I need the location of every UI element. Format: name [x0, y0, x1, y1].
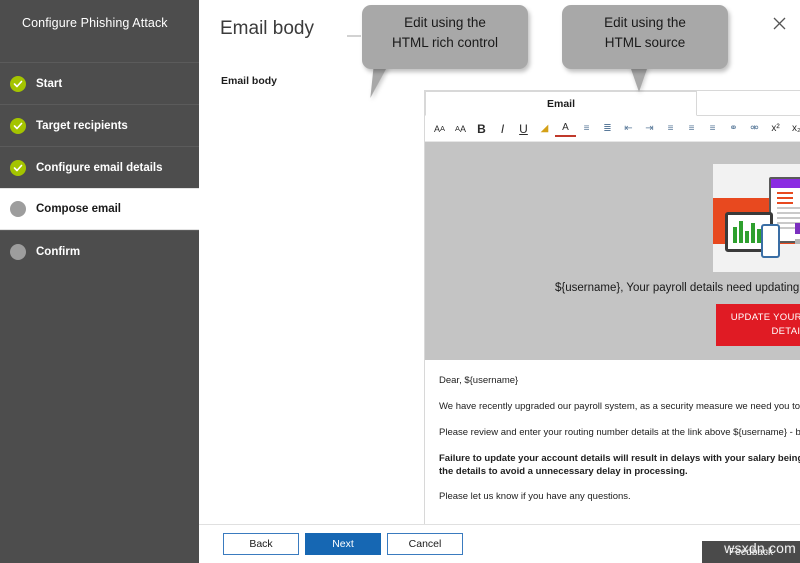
- step-complete-icon: [10, 159, 26, 176]
- sidebar-step-start[interactable]: Start: [0, 62, 199, 104]
- email-paragraph-bold: Failure to update your account details w…: [439, 453, 800, 477]
- next-button[interactable]: Next: [305, 533, 381, 555]
- callout-html-source: Edit using the HTML source: [562, 5, 728, 69]
- cancel-button[interactable]: Cancel: [387, 533, 463, 555]
- tab-source[interactable]: Source: [697, 91, 800, 115]
- sidebar-step-configure-email-details[interactable]: Configure email details: [0, 146, 199, 188]
- email-paragraph: Please let us know if you have any quest…: [439, 491, 631, 502]
- email-body-field-label: Email body: [221, 75, 278, 87]
- step-pending-icon: [10, 201, 26, 217]
- italic-icon[interactable]: I: [492, 119, 513, 139]
- align-right-icon[interactable]: ≡: [702, 119, 723, 139]
- email-paragraph: We have recently upgraded our payroll sy…: [439, 401, 800, 412]
- title-divider: [347, 35, 361, 37]
- phone-illustration: [761, 224, 780, 258]
- callout-rich-control: Edit using the HTML rich control: [362, 5, 528, 69]
- font-color-icon[interactable]: A: [555, 121, 576, 137]
- remove-link-icon[interactable]: ⚮: [744, 119, 765, 139]
- banner-headline: ${username}, Your payroll details need u…: [555, 282, 800, 294]
- sidebar-step-confirm[interactable]: Confirm: [0, 230, 199, 272]
- step-pending-icon: [10, 243, 26, 260]
- sidebar-step-label: Target recipients: [36, 119, 128, 132]
- increase-indent-icon[interactable]: ⇥: [639, 119, 660, 139]
- update-account-details-button[interactable]: UPDATE YOUR ACCOUNT DETAILS: [716, 304, 800, 346]
- callout-line-2: HTML source: [604, 35, 686, 50]
- email-body-editor: Email Source AA AA B I U ◢ A ≡ ≣ ⇤ ⇥ ≡ ≡…: [424, 90, 800, 530]
- sidebar-step-label: Start: [36, 77, 63, 90]
- sidebar-step-label: Compose email: [36, 203, 121, 215]
- email-body-text[interactable]: Dear, ${username} We have recently upgra…: [425, 360, 800, 503]
- superscript-icon[interactable]: x²: [765, 119, 786, 139]
- close-icon[interactable]: [766, 10, 792, 36]
- sidebar-step-label: Configure email details: [36, 161, 163, 174]
- email-paragraph: Dear, ${username}: [439, 375, 519, 386]
- tab-email[interactable]: Email: [425, 91, 697, 116]
- align-left-icon[interactable]: ≡: [660, 119, 681, 139]
- feedback-tab[interactable]: Feedback: [702, 541, 800, 563]
- wizard-step-list: Start Target recipients Configure email …: [0, 62, 199, 272]
- back-button[interactable]: Back: [223, 533, 299, 555]
- step-complete-icon: [10, 117, 26, 134]
- sidebar-title: Configure Phishing Attack: [22, 16, 168, 30]
- email-banner: ${username}, Your payroll details need u…: [425, 142, 800, 360]
- callout-line-1: Edit using the: [604, 15, 686, 30]
- font-shrink-icon[interactable]: AA: [450, 119, 471, 139]
- editor-tab-strip: Email Source: [425, 91, 800, 116]
- bold-icon[interactable]: B: [471, 119, 492, 139]
- sidebar-step-label: Confirm: [36, 245, 81, 258]
- callout-line-1: Edit using the: [404, 15, 486, 30]
- numbered-list-icon[interactable]: ≣: [597, 119, 618, 139]
- callout-tail-html-source: [630, 66, 648, 92]
- compose-email-pane: Email body Email body Email Source AA AA…: [199, 0, 800, 563]
- subscript-icon[interactable]: x₂: [786, 119, 800, 139]
- wizard-sidebar: Configure Phishing Attack Start Target r…: [0, 0, 199, 563]
- bulleted-list-icon[interactable]: ≡: [576, 119, 597, 139]
- wizard-button-bar: Back Next Cancel Feedback wsxdn.com: [199, 524, 800, 563]
- font-grow-icon[interactable]: AA: [429, 119, 450, 139]
- editor-toolbar: AA AA B I U ◢ A ≡ ≣ ⇤ ⇥ ≡ ≡ ≡ ⚭ ⚮ x² x₂ …: [425, 116, 800, 142]
- page-title: Email body: [220, 18, 314, 39]
- underline-icon[interactable]: U: [513, 119, 534, 139]
- sidebar-step-compose-email[interactable]: Compose email: [0, 188, 199, 230]
- callout-line-2: HTML rich control: [391, 35, 499, 50]
- align-center-icon[interactable]: ≡: [681, 119, 702, 139]
- step-complete-icon: [10, 75, 26, 92]
- email-body-canvas[interactable]: ${username}, Your payroll details need u…: [425, 142, 800, 528]
- sidebar-step-target-recipients[interactable]: Target recipients: [0, 104, 199, 146]
- tab-email-label: Email: [546, 97, 575, 110]
- insert-link-icon[interactable]: ⚭: [723, 119, 744, 139]
- decrease-indent-icon[interactable]: ⇤: [618, 119, 639, 139]
- hero-image: [713, 164, 800, 272]
- email-paragraph: Please review and enter your routing num…: [439, 427, 800, 438]
- highlight-icon[interactable]: ◢: [534, 119, 555, 139]
